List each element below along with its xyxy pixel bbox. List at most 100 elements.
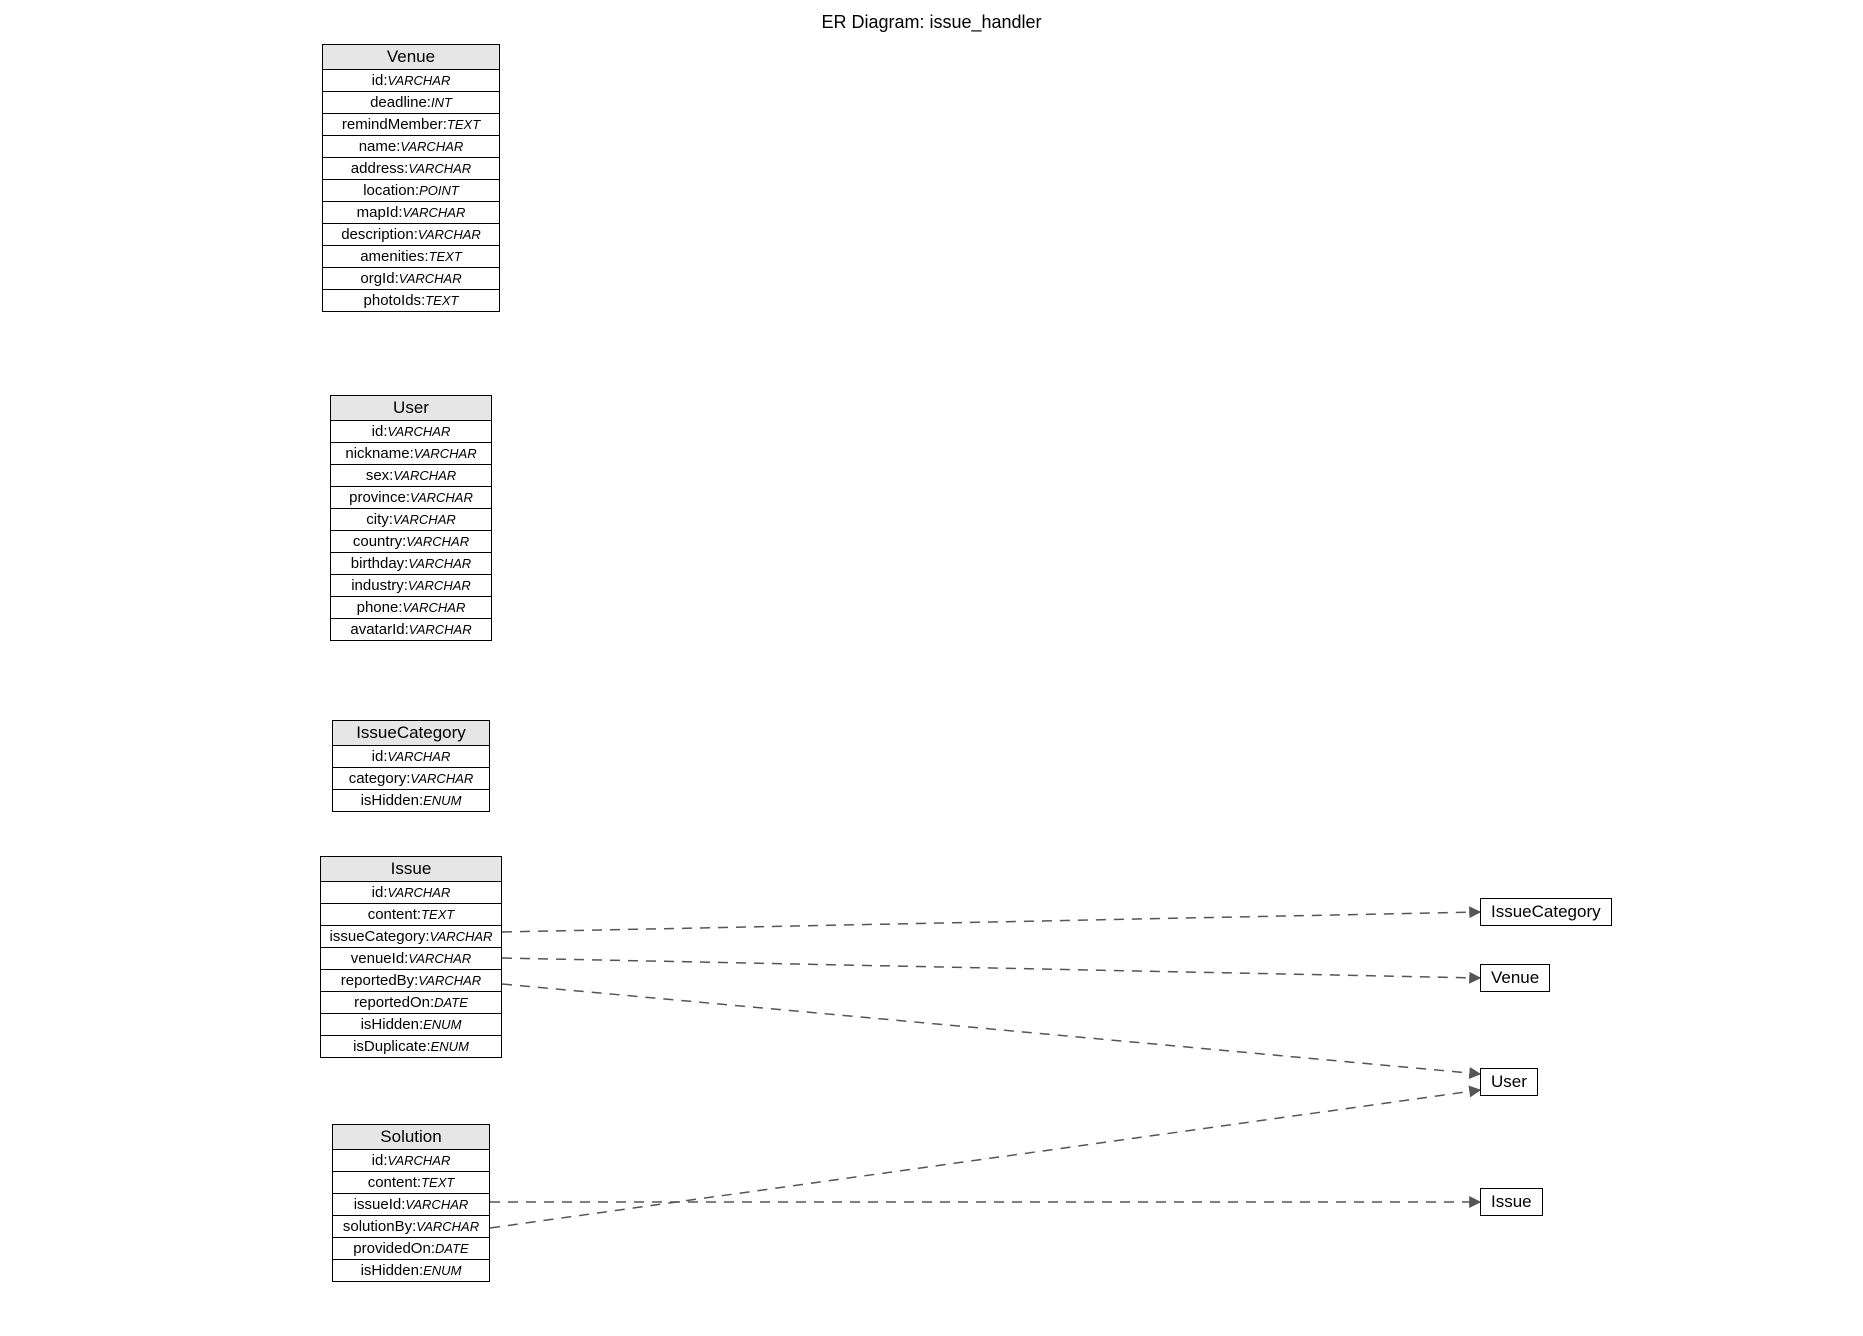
field-name: id	[372, 1152, 384, 1169]
field-type: VARCHAR	[408, 951, 471, 966]
entity-user-field-avatarId: avatarId:VARCHAR	[331, 619, 491, 640]
field-name: amenities	[360, 248, 424, 265]
field-type: DATE	[435, 1241, 469, 1256]
field-type: VARCHAR	[408, 578, 471, 593]
field-name: isHidden	[361, 792, 419, 809]
field-name: id	[372, 72, 384, 89]
entity-user-field-id: id:VARCHAR	[331, 421, 491, 443]
field-type: VARCHAR	[410, 771, 473, 786]
field-type: VARCHAR	[388, 73, 451, 88]
field-type: POINT	[419, 183, 459, 198]
field-type: VARCHAR	[418, 973, 481, 988]
entity-solution-header: Solution	[333, 1125, 489, 1150]
entity-issue: Issue id:VARCHARcontent:TEXT issueCategor…	[320, 856, 502, 1058]
field-name: id	[372, 423, 384, 440]
field-type: VARCHAR	[403, 600, 466, 615]
entity-venue-header: Venue	[323, 45, 499, 70]
diagram-title: ER Diagram: issue_handler	[0, 12, 1863, 33]
ref-user: User	[1480, 1068, 1538, 1096]
field-name: address	[351, 160, 404, 177]
entity-user-field-nickname: nickname:VARCHAR	[331, 443, 491, 465]
field-type: TEXT	[429, 249, 462, 264]
entity-solution-field-issueId: issueId:VARCHAR	[333, 1194, 489, 1216]
field-type: ENUM	[423, 793, 461, 808]
field-name: issueCategory	[330, 928, 426, 945]
field-type: ENUM	[423, 1263, 461, 1278]
entity-venue-field-description: description:VARCHAR	[323, 224, 499, 246]
field-name: location	[363, 182, 415, 199]
field-name: venueId	[351, 950, 404, 967]
field-type: VARCHAR	[393, 468, 456, 483]
field-type: VARCHAR	[406, 534, 469, 549]
field-name: reportedOn	[354, 994, 430, 1011]
field-type: VARCHAR	[408, 556, 471, 571]
field-name: providedOn	[353, 1240, 431, 1257]
field-type: ENUM	[431, 1039, 469, 1054]
field-type: DATE	[434, 995, 468, 1010]
entity-user-header: User	[331, 396, 491, 421]
field-type: VARCHAR	[399, 271, 462, 286]
field-name: content	[368, 1174, 417, 1191]
field-type: INT	[431, 95, 452, 110]
field-name: phone	[357, 599, 399, 616]
field-type: VARCHAR	[408, 161, 471, 176]
field-name: content	[368, 906, 417, 923]
field-type: VARCHAR	[388, 749, 451, 764]
entity-venue-field-amenities: amenities:TEXT	[323, 246, 499, 268]
field-type: VARCHAR	[430, 929, 493, 944]
entity-issue-header: Issue	[321, 857, 501, 882]
entity-issuecategory-header: IssueCategory	[333, 721, 489, 746]
entity-solution-field-isHidden: isHidden:ENUM	[333, 1260, 489, 1281]
field-type: TEXT	[425, 293, 458, 308]
entity-user: User id:VARCHARnickname:VARCHARsex:VARCH…	[330, 395, 492, 641]
field-type: VARCHAR	[388, 885, 451, 900]
field-type: VARCHAR	[400, 139, 463, 154]
field-name: description	[341, 226, 414, 243]
field-name: mapId	[357, 204, 399, 221]
entity-issuecategory: IssueCategory id:VARCHARcategory:VARCHAR…	[332, 720, 490, 812]
entity-user-field-province: province:VARCHAR	[331, 487, 491, 509]
field-type: ENUM	[423, 1017, 461, 1032]
field-name: province	[349, 489, 406, 506]
field-name: industry	[351, 577, 404, 594]
field-type: VARCHAR	[405, 1197, 468, 1212]
entity-solution-field-id: id:VARCHAR	[333, 1150, 489, 1172]
field-name: city	[366, 511, 389, 528]
entity-venue-field-photoIds: photoIds:TEXT	[323, 290, 499, 311]
field-name: country	[353, 533, 402, 550]
entity-issue-field-content: content:TEXT	[321, 904, 501, 926]
field-name: category	[349, 770, 407, 787]
field-type: VARCHAR	[409, 622, 472, 637]
entity-venue-field-address: address:VARCHAR	[323, 158, 499, 180]
field-name: id	[372, 884, 384, 901]
field-type: VARCHAR	[416, 1219, 479, 1234]
field-type: VARCHAR	[388, 1153, 451, 1168]
ref-issue: Issue	[1480, 1188, 1543, 1216]
field-type: TEXT	[447, 117, 480, 132]
field-name: avatarId	[350, 621, 404, 638]
entity-venue-field-location: location:POINT	[323, 180, 499, 202]
entity-issueCategory-field-isHidden: isHidden:ENUM	[333, 790, 489, 811]
entity-user-field-city: city:VARCHAR	[331, 509, 491, 531]
entity-issue-field-id: id:VARCHAR	[321, 882, 501, 904]
field-type: VARCHAR	[403, 205, 466, 220]
entity-issue-field-reportedOn: reportedOn:DATE	[321, 992, 501, 1014]
entity-issue-field-isDuplicate: isDuplicate:ENUM	[321, 1036, 501, 1057]
entity-issue-field-venueId: venueId:VARCHAR	[321, 948, 501, 970]
entity-solution-field-providedOn: providedOn:DATE	[333, 1238, 489, 1260]
field-name: isHidden	[361, 1016, 419, 1033]
field-type: TEXT	[421, 907, 454, 922]
entity-venue-field-orgId: orgId:VARCHAR	[323, 268, 499, 290]
entity-issue-field-reportedBy: reportedBy:VARCHAR	[321, 970, 501, 992]
field-name: birthday	[351, 555, 404, 572]
field-name: isHidden	[361, 1262, 419, 1279]
entity-solution: Solution id:VARCHARcontent:TEXTissueId:V…	[332, 1124, 490, 1282]
field-name: reportedBy	[341, 972, 414, 989]
entity-issue-field-isHidden: isHidden:ENUM	[321, 1014, 501, 1036]
ref-issuecategory: IssueCategory	[1480, 898, 1612, 926]
field-name: nickname	[345, 445, 409, 462]
field-name: deadline	[370, 94, 427, 111]
field-type: VARCHAR	[393, 512, 456, 527]
entity-solution-field-solutionBy: solutionBy:VARCHAR	[333, 1216, 489, 1238]
entity-user-field-country: country:VARCHAR	[331, 531, 491, 553]
